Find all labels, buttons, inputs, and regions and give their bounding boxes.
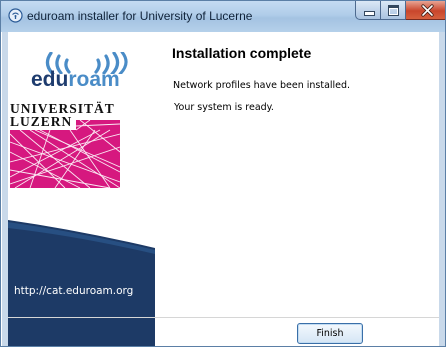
eduroam-url: http://cat.eduroam.org bbox=[14, 285, 134, 297]
eduroam-logo: eduroam bbox=[31, 68, 120, 92]
caption-buttons bbox=[355, 1, 445, 21]
status-message: Network profiles have been installed. bbox=[173, 80, 351, 91]
minimize-button[interactable] bbox=[355, 1, 381, 20]
title-bar[interactable]: eduroam installer for University of Luce… bbox=[1, 1, 445, 32]
maximize-button[interactable] bbox=[381, 1, 406, 20]
window-title: eduroam installer for University of Luce… bbox=[27, 9, 253, 23]
eduroam-logo-edu: edu bbox=[31, 68, 69, 91]
maximize-icon bbox=[388, 5, 399, 16]
finish-button[interactable]: Finish bbox=[297, 323, 363, 344]
sidebar-banner: eduroam UNIVERSITÄT LUZERN http://cat.ed… bbox=[8, 32, 155, 346]
app-icon bbox=[8, 8, 23, 23]
ready-message: Your system is ready. bbox=[174, 102, 274, 113]
eduroam-logo-roam: roam bbox=[68, 68, 120, 91]
finish-button-label: Finish bbox=[316, 328, 344, 339]
university-name-line2: LUZERN bbox=[10, 114, 75, 130]
minimize-icon bbox=[364, 11, 375, 16]
window-frame-right bbox=[439, 32, 445, 346]
close-button[interactable] bbox=[406, 1, 445, 20]
installer-window: eduroam installer for University of Luce… bbox=[0, 0, 446, 347]
close-icon bbox=[421, 4, 434, 17]
page-title: Installation complete bbox=[172, 45, 312, 61]
footer-divider bbox=[8, 317, 439, 318]
